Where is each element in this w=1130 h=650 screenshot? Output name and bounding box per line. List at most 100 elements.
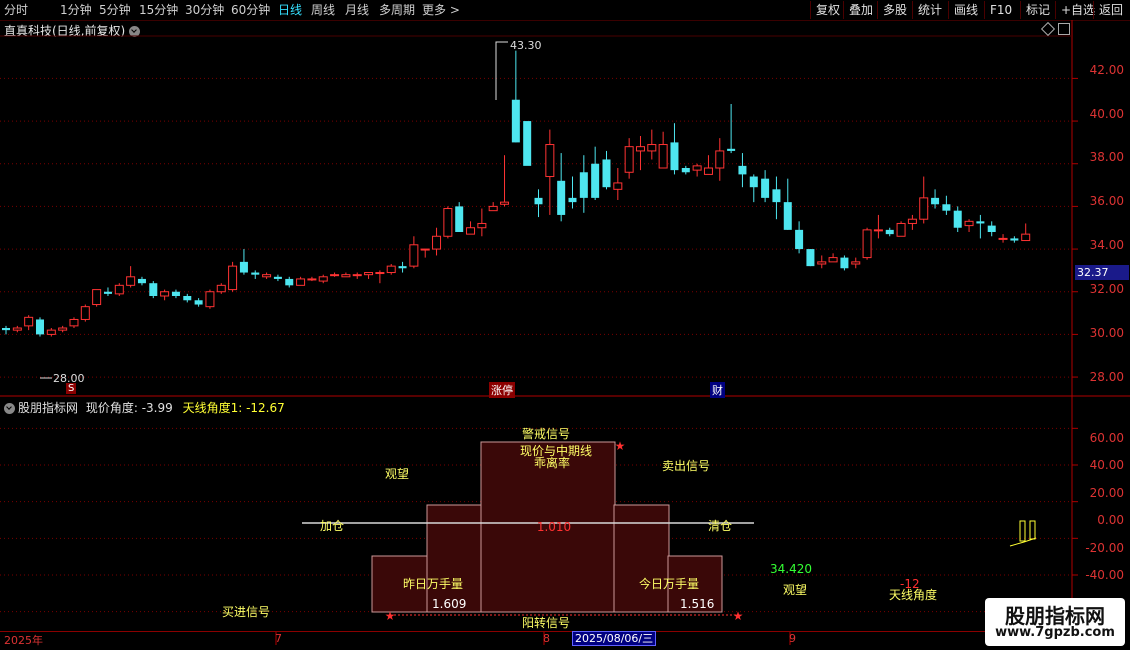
candle <box>942 195 951 215</box>
date-year: 2025年 <box>4 634 43 647</box>
candle <box>931 189 940 209</box>
candle-body <box>46 329 56 335</box>
indicator-tick: 40.00 <box>1089 458 1124 472</box>
star-icon: ★ <box>733 609 744 623</box>
candle-body <box>998 237 1008 240</box>
candle-body <box>692 165 702 171</box>
chevron-down-icon[interactable] <box>4 403 15 414</box>
candle <box>364 272 374 279</box>
candle <box>806 249 815 267</box>
candle <box>964 219 974 232</box>
candle-body <box>194 300 203 305</box>
candle <box>375 270 385 284</box>
candle-body <box>443 208 453 237</box>
indicator-tick: -40.00 <box>1085 568 1124 582</box>
value-34: 34.420 <box>770 562 812 576</box>
qingcang-label: 清仓 <box>708 519 732 533</box>
jinri-value: 1.516 <box>680 597 714 611</box>
candle <box>24 315 34 331</box>
candle-body <box>727 148 736 151</box>
candle-body <box>285 278 294 286</box>
candle-body <box>511 99 520 143</box>
candle-body <box>987 225 996 232</box>
candle <box>602 150 611 190</box>
candle <box>171 289 180 299</box>
price-tick: 32.00 <box>1089 282 1124 296</box>
candle-body <box>885 229 894 235</box>
candle-body <box>126 276 136 286</box>
chart-canvas[interactable]: 警戒信号★现价与中期线乖离率观望卖出信号加仓 清仓1.010昨日万手量1.609今… <box>0 0 1130 650</box>
candle-body <box>398 266 407 269</box>
candle-body <box>783 202 792 230</box>
tianxian-label: 天线角度 <box>889 587 937 602</box>
candle <box>828 253 838 263</box>
candle-body <box>568 197 577 203</box>
indicator-tick: 20.00 <box>1089 486 1124 500</box>
price-tick: 38.00 <box>1089 150 1124 164</box>
candle-body <box>591 163 600 198</box>
candle-body <box>964 220 974 227</box>
candle-body <box>24 316 34 327</box>
candle <box>568 176 577 209</box>
candle-body <box>239 261 248 273</box>
candle <box>239 249 248 275</box>
candle-body <box>364 272 374 276</box>
date-axis <box>0 631 1072 646</box>
high-leader <box>495 41 508 100</box>
candle-body <box>931 197 940 205</box>
candle-body <box>681 168 690 173</box>
candle <box>477 208 487 237</box>
guanwang-label-2: 观望 <box>783 583 807 597</box>
candle <box>749 174 758 203</box>
candle <box>635 136 645 171</box>
candle-body <box>149 283 158 296</box>
price-tick: 36.00 <box>1089 194 1124 208</box>
price-tick: 28.00 <box>1089 370 1124 384</box>
limit-up-badge[interactable]: 涨停 <box>489 382 515 398</box>
candle <box>455 202 464 232</box>
yangzhuan-label: 阳转信号 <box>522 615 570 630</box>
date-month-8: 8 <box>543 632 550 645</box>
candle <box>318 274 328 284</box>
candle <box>873 214 883 239</box>
candle <box>386 264 396 275</box>
candle-body <box>703 167 713 175</box>
candle-body <box>318 276 328 282</box>
s-badge[interactable]: S <box>66 383 77 394</box>
candle-body <box>523 121 532 166</box>
xianjia-angle-label: 现价角度: -3.99 <box>85 401 173 415</box>
candle-body <box>409 244 419 267</box>
center-value: 1.010 <box>537 520 571 534</box>
candle <box>216 283 226 294</box>
candle <box>35 317 44 337</box>
candle-body <box>942 204 951 211</box>
zuori-value: 1.609 <box>432 597 466 611</box>
candle <box>703 155 713 175</box>
candle-body <box>35 319 44 335</box>
price-tick: 34.00 <box>1089 238 1124 252</box>
price-tick: 30.00 <box>1089 326 1124 340</box>
candle <box>80 304 90 322</box>
candle <box>262 272 272 279</box>
candle-body <box>69 318 79 327</box>
maximize-icon[interactable] <box>1058 23 1070 35</box>
finance-badge[interactable]: 财 <box>710 382 725 398</box>
candle <box>285 276 294 288</box>
date-month-7: 7 <box>275 632 282 645</box>
star-icon: ★ <box>615 439 626 453</box>
candle-body <box>296 278 306 286</box>
candle <box>670 123 679 175</box>
star-icon: ★ <box>385 609 396 623</box>
candle <box>919 176 929 224</box>
jiacang-label: 加仓 <box>320 519 344 533</box>
candle <box>307 276 317 282</box>
candle-body <box>92 289 102 306</box>
candle-body <box>862 229 872 259</box>
candle-body <box>545 144 555 178</box>
candle <box>443 206 453 239</box>
candle-body <box>477 222 487 229</box>
candle-body <box>557 180 566 215</box>
candle <box>658 131 668 169</box>
candle <box>591 146 600 200</box>
candle-body <box>1010 238 1019 241</box>
